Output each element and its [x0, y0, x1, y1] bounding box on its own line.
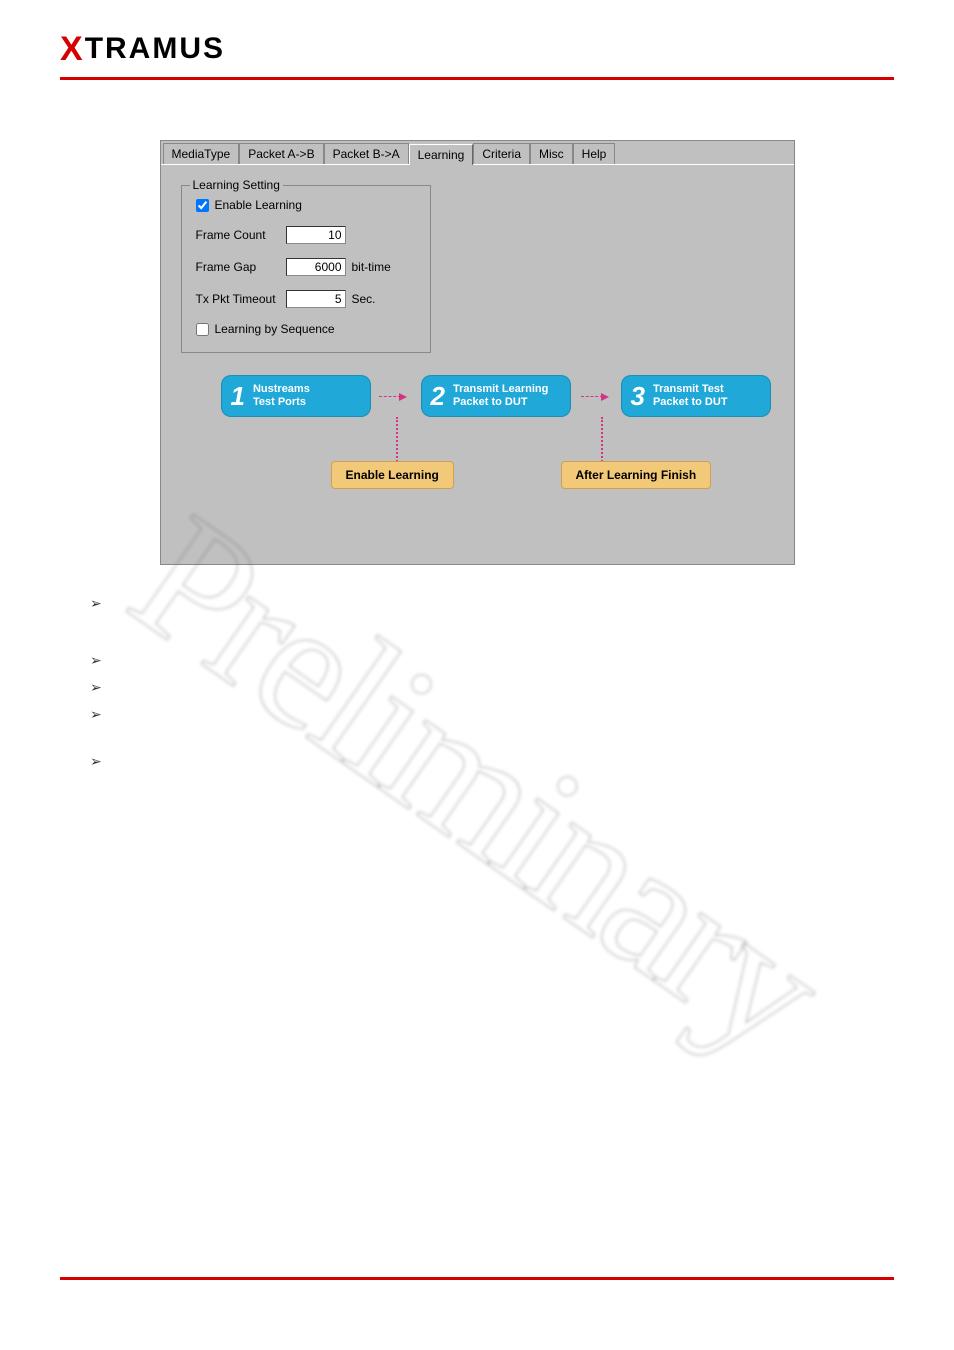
- flow-label-enable-learning: Enable Learning: [331, 461, 454, 489]
- flow-step-2-line2: Packet to DUT: [453, 396, 528, 408]
- flow-step-3-num: 3: [631, 381, 645, 412]
- flow-step-1-line2: Test Ports: [253, 396, 306, 408]
- flow-step-3: 3 Transmit Test Packet to DUT: [621, 375, 771, 417]
- footer-divider: [60, 1277, 894, 1280]
- frame-count-input[interactable]: [286, 226, 346, 244]
- tab-mediatype[interactable]: MediaType: [163, 143, 240, 164]
- bullet-4: ➢: [90, 706, 894, 723]
- tx-pkt-timeout-unit: Sec.: [352, 292, 376, 306]
- tx-pkt-timeout-label: Tx Pkt Timeout: [196, 292, 286, 306]
- fieldset-legend: Learning Setting: [190, 178, 283, 192]
- frame-gap-input[interactable]: [286, 258, 346, 276]
- flow-step-3-line1: Transmit Test: [653, 383, 724, 395]
- bullet-3: ➢: [90, 679, 894, 696]
- flow-connector-1: [396, 417, 398, 465]
- flow-step-1-num: 1: [231, 381, 245, 412]
- bullet-2: ➢: [90, 652, 894, 669]
- bullet-5: ➢: [90, 753, 894, 770]
- tab-panel-learning: Learning Setting Enable Learning Frame C…: [161, 164, 794, 564]
- enable-learning-checkbox[interactable]: [196, 199, 209, 212]
- logo: XTRAMUS: [60, 32, 225, 65]
- tab-learning[interactable]: Learning: [409, 144, 474, 165]
- flow-step-1: 1 Nustreams Test Ports: [221, 375, 371, 417]
- flow-step-1-text: Nustreams Test Ports: [253, 383, 310, 409]
- tab-help[interactable]: Help: [573, 143, 616, 164]
- flow-step-2-num: 2: [431, 381, 445, 412]
- logo-x: X: [60, 30, 85, 68]
- learning-setting-fieldset: Learning Setting Enable Learning Frame C…: [181, 185, 431, 353]
- flow-arrow-2: [581, 389, 609, 403]
- tab-criteria[interactable]: Criteria: [473, 143, 530, 164]
- bullet-list: ➢ ➢ ➢ ➢ ➢: [60, 595, 894, 770]
- frame-gap-unit: bit-time: [352, 260, 391, 274]
- flow-label-after-learning: After Learning Finish: [561, 461, 712, 489]
- flow-connector-2: [601, 417, 603, 465]
- tab-misc[interactable]: Misc: [530, 143, 573, 164]
- flow-step-3-text: Transmit Test Packet to DUT: [653, 383, 728, 409]
- flow-step-3-line2: Packet to DUT: [653, 396, 728, 408]
- settings-dialog: MediaType Packet A->B Packet B->A Learni…: [160, 140, 795, 565]
- enable-learning-label: Enable Learning: [215, 198, 302, 212]
- learning-by-sequence-label: Learning by Sequence: [215, 322, 335, 336]
- tab-packet-a-b[interactable]: Packet A->B: [239, 143, 323, 164]
- tab-bar: MediaType Packet A->B Packet B->A Learni…: [161, 141, 794, 164]
- flow-step-2-text: Transmit Learning Packet to DUT: [453, 383, 548, 409]
- logo-rest: TRAMUS: [85, 32, 225, 65]
- flow-diagram: 1 Nustreams Test Ports 2 Transmit Learni…: [181, 375, 774, 495]
- frame-gap-label: Frame Gap: [196, 260, 286, 274]
- bullet-1: ➢: [90, 595, 894, 612]
- tx-pkt-timeout-input[interactable]: [286, 290, 346, 308]
- flow-step-2: 2 Transmit Learning Packet to DUT: [421, 375, 571, 417]
- tab-packet-b-a[interactable]: Packet B->A: [324, 143, 409, 164]
- learning-by-sequence-checkbox[interactable]: [196, 323, 209, 336]
- frame-count-label: Frame Count: [196, 228, 286, 242]
- flow-step-1-line1: Nustreams: [253, 383, 310, 395]
- flow-step-2-line1: Transmit Learning: [453, 383, 548, 395]
- flow-arrow-1: [379, 389, 407, 403]
